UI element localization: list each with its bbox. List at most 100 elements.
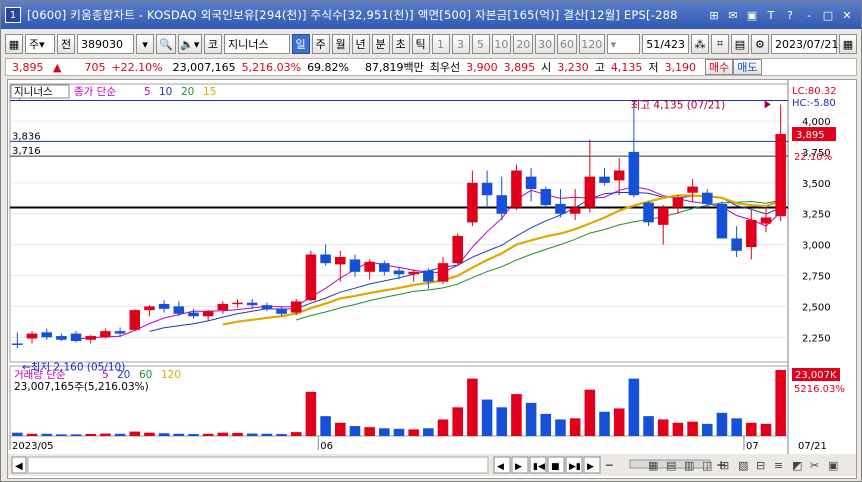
- interval-select[interactable]: ▾: [606, 34, 641, 54]
- speaker-icon[interactable]: 🔈▾: [177, 34, 202, 54]
- price-value: 3,895: [12, 60, 44, 74]
- interval-60[interactable]: 60: [557, 34, 577, 54]
- period-select[interactable]: 주 ▾: [25, 34, 55, 54]
- y-tick-label: 4,000: [802, 117, 831, 128]
- interval-30[interactable]: 30: [535, 34, 556, 54]
- tab-tick[interactable]: 틱: [411, 34, 430, 54]
- candle-body: [525, 176, 537, 190]
- candle-body: [129, 310, 141, 330]
- text-icon[interactable]: T: [763, 7, 779, 23]
- title-buttons: ⊞ ✉ ▣ T ? ‐ □ ✕: [706, 7, 855, 23]
- volume-bar: [276, 434, 287, 436]
- max-price-note: 최고 4,135 (07/21): [631, 99, 726, 111]
- volume-bar: [452, 407, 464, 436]
- mail-icon[interactable]: ✉: [725, 7, 741, 23]
- candle-body: [334, 256, 346, 265]
- volume-text: 23,007,165주(5,216.03%): [14, 381, 149, 393]
- chart-area[interactable]: 4,000 3,750 3,500 3,250 3,000 2,750 2,500 2,250…: [7, 79, 857, 479]
- legend-stock-name: 지니너스: [14, 86, 53, 98]
- change-percent: +22.10%: [111, 60, 163, 74]
- calendar-icon[interactable]: ▦: [838, 34, 857, 54]
- y-tick-label: 3,000: [802, 241, 831, 252]
- interval-5[interactable]: 5: [471, 34, 490, 54]
- maximize-button[interactable]: □: [820, 7, 836, 23]
- best-bid: 3,895: [503, 60, 536, 74]
- volume-bar: [511, 394, 522, 436]
- scroll-track: [27, 456, 489, 474]
- help-icon[interactable]: ?: [782, 7, 798, 23]
- sell-button[interactable]: 매도: [733, 59, 762, 75]
- candle-body: [188, 312, 199, 317]
- stock-code-input[interactable]: 389030: [77, 34, 135, 54]
- low-label: 저: [648, 61, 659, 74]
- best-ask: 3,900: [466, 60, 498, 74]
- dots-icon[interactable]: ⁂: [690, 34, 709, 54]
- tool-icon: ⊞: [720, 459, 729, 472]
- tool-icon: ◫: [702, 459, 712, 472]
- candle-body: [158, 303, 170, 309]
- tool-icon: ▣: [828, 459, 838, 472]
- candle-body: [408, 271, 419, 275]
- volume-bar: [217, 432, 229, 436]
- minimize-button[interactable]: ‐: [801, 7, 817, 23]
- tab-year[interactable]: 년: [351, 34, 370, 54]
- best-ask-label: 최우선: [429, 61, 461, 74]
- candle-body: [56, 336, 67, 340]
- settings-icon[interactable]: ⚙: [750, 34, 769, 54]
- code-dropdown[interactable]: ▾: [136, 34, 155, 54]
- volume-bar: [437, 419, 449, 436]
- volume-bar: [555, 419, 566, 436]
- x-axis-end-label: 07/21: [798, 441, 827, 452]
- candle-body: [716, 203, 728, 239]
- tab-week[interactable]: 주: [311, 34, 330, 54]
- candle-body: [12, 343, 23, 345]
- candle-body: [217, 303, 229, 311]
- volume-bar: [232, 432, 243, 436]
- price-chart[interactable]: 4,0003,7503,5003,2503,0002,7502,5002,250…: [8, 80, 856, 478]
- stock-code-value: 389030: [81, 37, 123, 51]
- screen-icon[interactable]: ▣: [744, 7, 760, 23]
- candle-body: [584, 176, 596, 208]
- open-price: 3,230: [557, 60, 589, 74]
- tab-day[interactable]: 일: [291, 34, 310, 54]
- volume-bar: [613, 408, 625, 436]
- tool-icon: ▧: [738, 459, 748, 472]
- save-icon[interactable]: ▤: [730, 34, 749, 54]
- layout-icon[interactable]: ⊞: [706, 7, 722, 23]
- up-arrow-icon: ▲: [53, 60, 62, 74]
- period-value: 주: [29, 38, 40, 51]
- x-axis-label: 07: [746, 441, 759, 452]
- date-input[interactable]: 2023/07/21: [770, 34, 838, 54]
- buy-button[interactable]: 매수: [705, 59, 734, 75]
- candle-body: [144, 306, 155, 311]
- search-icon[interactable]: 🔍: [156, 34, 176, 54]
- interval-20[interactable]: 20: [513, 34, 534, 54]
- legend-ma-period: 20: [181, 86, 194, 98]
- prev-button[interactable]: 전: [57, 34, 75, 54]
- interval-1[interactable]: 1: [431, 34, 450, 54]
- market-label[interactable]: 코: [203, 34, 222, 54]
- x-axis-label: 06: [320, 441, 333, 452]
- tool-icon: ▥: [684, 459, 694, 472]
- volume-bar: [408, 429, 419, 436]
- candle-body: [540, 189, 552, 206]
- tab-second[interactable]: 초: [391, 34, 410, 54]
- candle-body: [628, 151, 640, 196]
- interval-3[interactable]: 3: [451, 34, 470, 54]
- interval-10[interactable]: 10: [491, 34, 512, 54]
- tab-month[interactable]: 월: [331, 34, 350, 54]
- candle-body: [202, 311, 214, 317]
- volume-bar: [525, 402, 537, 436]
- tool-icon: ◩: [792, 459, 802, 472]
- tab-minute[interactable]: 분: [371, 34, 390, 54]
- tool-icon: ≡: [774, 459, 783, 472]
- candle-body: [393, 270, 405, 275]
- volume-tag-label: 23,007K: [795, 370, 837, 381]
- interval-120[interactable]: 120: [578, 34, 605, 54]
- grid-icon[interactable]: ▦: [5, 34, 23, 54]
- y-tick-label: 2,500: [802, 302, 831, 313]
- volume-bar: [496, 407, 508, 436]
- chart-tool-icon[interactable]: ⌗: [710, 34, 729, 54]
- close-button[interactable]: ✕: [839, 7, 855, 23]
- nav-button-icon: ▶: [587, 462, 594, 472]
